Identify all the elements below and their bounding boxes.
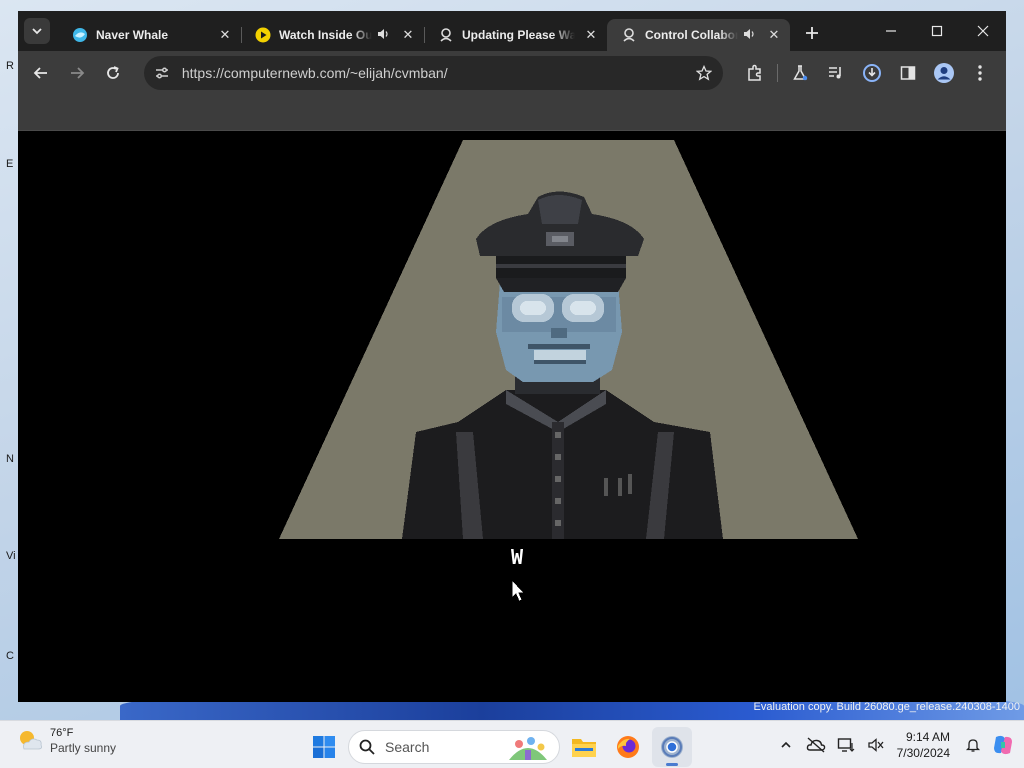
system-tray: 9:14 AM 7/30/2024 [771, 721, 1024, 768]
notification-bell-icon[interactable] [958, 730, 988, 760]
desktop-icon-label[interactable]: E [6, 158, 13, 170]
maximize-icon [931, 25, 943, 37]
tab-search-button[interactable] [24, 18, 50, 44]
speaker-icon[interactable] [376, 27, 392, 44]
scene-glyph: W [511, 545, 524, 569]
tab-watch-inside-out[interactable]: Watch Inside Out ✕ [241, 19, 424, 51]
whale-icon [72, 27, 88, 43]
taskbar-clock[interactable]: 9:14 AM 7/30/2024 [897, 729, 950, 761]
arrow-left-icon [33, 67, 47, 79]
side-panel-icon[interactable] [890, 58, 926, 88]
tab-title: Control Collaborate [645, 28, 738, 42]
clock-date: 7/30/2024 [896, 746, 950, 760]
plus-icon [806, 27, 818, 39]
desktop-icon-label[interactable]: C [6, 650, 14, 662]
clock-time: 9:14 AM [905, 730, 950, 744]
weather-widget[interactable]: 76°F Partly sunny [16, 727, 116, 755]
volume-muted-icon[interactable] [861, 730, 891, 760]
display-network-icon[interactable] [831, 730, 861, 760]
new-tab-button[interactable] [798, 19, 826, 47]
copilot-icon[interactable] [988, 730, 1018, 760]
mouse-cursor-icon [511, 578, 525, 602]
firefox-icon [617, 736, 639, 758]
toolbar-divider [777, 64, 778, 82]
site-info-icon[interactable] [154, 65, 172, 81]
cap-visor [496, 278, 626, 292]
desktop-icon-label[interactable]: Vi [6, 550, 16, 562]
file-explorer-icon [572, 739, 596, 757]
page-content[interactable]: W [18, 132, 1006, 702]
onedrive-offline-icon[interactable] [801, 730, 831, 760]
taskbar-search[interactable]: Search [348, 730, 560, 764]
pixel-art-scene: W [279, 140, 858, 602]
browser-window: Naver Whale ✕ Watch Inside Out ✕ Updatin… [18, 11, 1006, 702]
chevron-down-icon [32, 28, 42, 35]
desktop-icon-label[interactable]: R [6, 60, 14, 72]
profile-avatar-icon[interactable] [926, 58, 962, 88]
extensions-icon[interactable] [737, 58, 773, 88]
browser-toolbar: https://computernewb.com/~elijah/cvmban/ [18, 51, 1006, 95]
chevron-up-icon[interactable] [771, 730, 801, 760]
minimize-button[interactable] [868, 11, 914, 51]
close-icon[interactable]: ✕ [583, 27, 599, 43]
window-controls [868, 11, 1006, 51]
url-text[interactable]: https://computernewb.com/~elijah/cvmban/ [182, 65, 695, 81]
taskbar: 76°F Partly sunny Search 9:14 AM 7/30/20… [0, 720, 1024, 768]
tab-control-collaborate[interactable]: Control Collaborate ✕ [607, 19, 790, 51]
chrome-icon [661, 736, 683, 758]
partly-sunny-icon [20, 731, 42, 750]
seal-icon [438, 27, 454, 43]
reload-button[interactable] [98, 58, 128, 88]
windows-logo-icon [313, 736, 335, 758]
arrow-right-icon [70, 67, 85, 79]
search-highlight-art-icon [509, 737, 547, 760]
desktop-icon-label[interactable]: N [6, 453, 14, 465]
taskbar-apps: Search [306, 727, 692, 767]
tab-title: Watch Inside Out [279, 28, 372, 42]
download-icon[interactable] [854, 58, 890, 88]
search-label: Search [385, 739, 430, 755]
minimize-icon [886, 30, 896, 32]
menu-kebab-icon[interactable] [962, 58, 998, 88]
address-bar[interactable]: https://computernewb.com/~elijah/cvmban/ [143, 56, 723, 90]
evaluation-watermark: Evaluation copy. Build 26080.ge_release.… [753, 701, 1020, 713]
weather-temp: 76°F [50, 727, 74, 739]
close-icon[interactable]: ✕ [766, 27, 782, 43]
bookmarks-bar [18, 95, 1006, 131]
bookmark-star-icon[interactable] [695, 65, 713, 81]
play-icon [255, 27, 271, 43]
toolbar-icons [737, 58, 998, 88]
close-icon[interactable]: ✕ [400, 27, 416, 43]
tab-title: Updating Please Wait [462, 28, 575, 42]
tab-title: Naver Whale [96, 28, 169, 42]
tab-naver-whale[interactable]: Naver Whale ✕ [58, 19, 241, 51]
seal-icon [621, 27, 637, 43]
chrome-app[interactable] [652, 727, 692, 767]
forward-button[interactable] [62, 58, 92, 88]
speaker-icon[interactable] [742, 27, 758, 44]
media-control-icon[interactable] [818, 58, 854, 88]
firefox-app[interactable] [608, 727, 648, 767]
close-icon[interactable]: ✕ [217, 27, 233, 43]
back-button[interactable] [26, 58, 56, 88]
file-explorer-app[interactable] [564, 727, 604, 767]
close-icon [977, 25, 989, 37]
labs-flask-icon[interactable] [782, 58, 818, 88]
maximize-button[interactable] [914, 11, 960, 51]
start-button[interactable] [306, 729, 342, 765]
reload-icon [106, 66, 119, 79]
tab-updating-please-wait[interactable]: Updating Please Wait ✕ [424, 19, 607, 51]
close-window-button[interactable] [960, 11, 1006, 51]
search-icon [359, 739, 375, 755]
weather-condition: Partly sunny [50, 741, 117, 755]
tab-strip: Naver Whale ✕ Watch Inside Out ✕ Updatin… [18, 11, 1006, 51]
